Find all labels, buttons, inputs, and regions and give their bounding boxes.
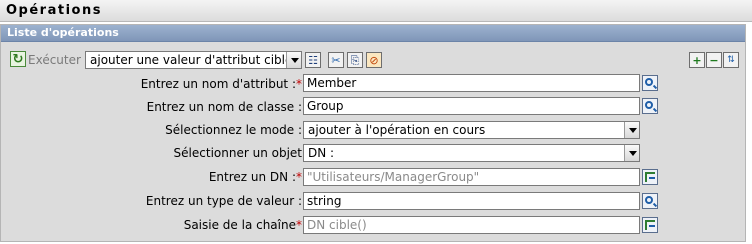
- argument-builder-icon[interactable]: [642, 169, 658, 185]
- delete-icon[interactable]: ⊘: [366, 52, 382, 68]
- dn-label: Entrez un DN :*: [208, 170, 302, 184]
- object-select-value: DN :: [308, 146, 335, 160]
- panel-title: Liste d'opérations: [7, 26, 119, 39]
- attribute-name-input[interactable]: Member: [303, 74, 640, 92]
- search-icon[interactable]: [642, 193, 658, 209]
- value-type-input[interactable]: string: [303, 192, 640, 210]
- properties-icon[interactable]: ☷: [305, 52, 321, 68]
- search-icon[interactable]: [642, 75, 658, 91]
- mode-label: Sélectionnez le mode :: [165, 123, 302, 137]
- remove-icon[interactable]: −: [706, 52, 722, 68]
- argument-builder-icon[interactable]: [642, 217, 658, 233]
- chevron-down-icon[interactable]: [624, 122, 639, 138]
- mode-select-value: ajouter à l'opération en cours: [308, 123, 486, 137]
- section-title: Opérations: [6, 3, 102, 18]
- attribute-name-label: Entrez un nom d'attribut :*: [140, 77, 302, 91]
- paste-icon[interactable]: ⎘: [347, 52, 363, 68]
- string-entry-input[interactable]: DN cible(): [303, 216, 640, 234]
- string-entry-label: Saisie de la chaîne*: [183, 218, 302, 232]
- search-icon[interactable]: [642, 98, 658, 114]
- execute-icon[interactable]: ↻: [10, 51, 26, 67]
- chevron-down-icon[interactable]: [286, 52, 301, 68]
- class-name-label: Entrez un nom de classe :: [146, 100, 302, 114]
- add-icon[interactable]: +: [689, 52, 705, 68]
- action-select-value: ajouter une valeur d'attribut cible: [90, 53, 293, 67]
- execute-label[interactable]: Exécuter: [28, 53, 81, 67]
- object-label: Sélectionner un objet: [173, 146, 302, 160]
- move-up-down-icon[interactable]: ⇅: [723, 52, 739, 68]
- chevron-down-icon[interactable]: [624, 145, 639, 161]
- action-select[interactable]: ajouter une valeur d'attribut cible: [85, 51, 302, 69]
- section-header: Opérations: [0, 0, 752, 22]
- value-type-label: Entrez un type de valeur :: [145, 194, 302, 208]
- object-select[interactable]: DN :: [303, 144, 640, 162]
- mode-select[interactable]: ajouter à l'opération en cours: [303, 121, 640, 139]
- class-name-input[interactable]: Group: [303, 97, 640, 115]
- panel-header: Liste d'opérations: [1, 25, 745, 42]
- cut-icon[interactable]: ✂: [328, 52, 344, 68]
- dn-input[interactable]: "Utilisateurs/ManagerGroup": [303, 168, 640, 186]
